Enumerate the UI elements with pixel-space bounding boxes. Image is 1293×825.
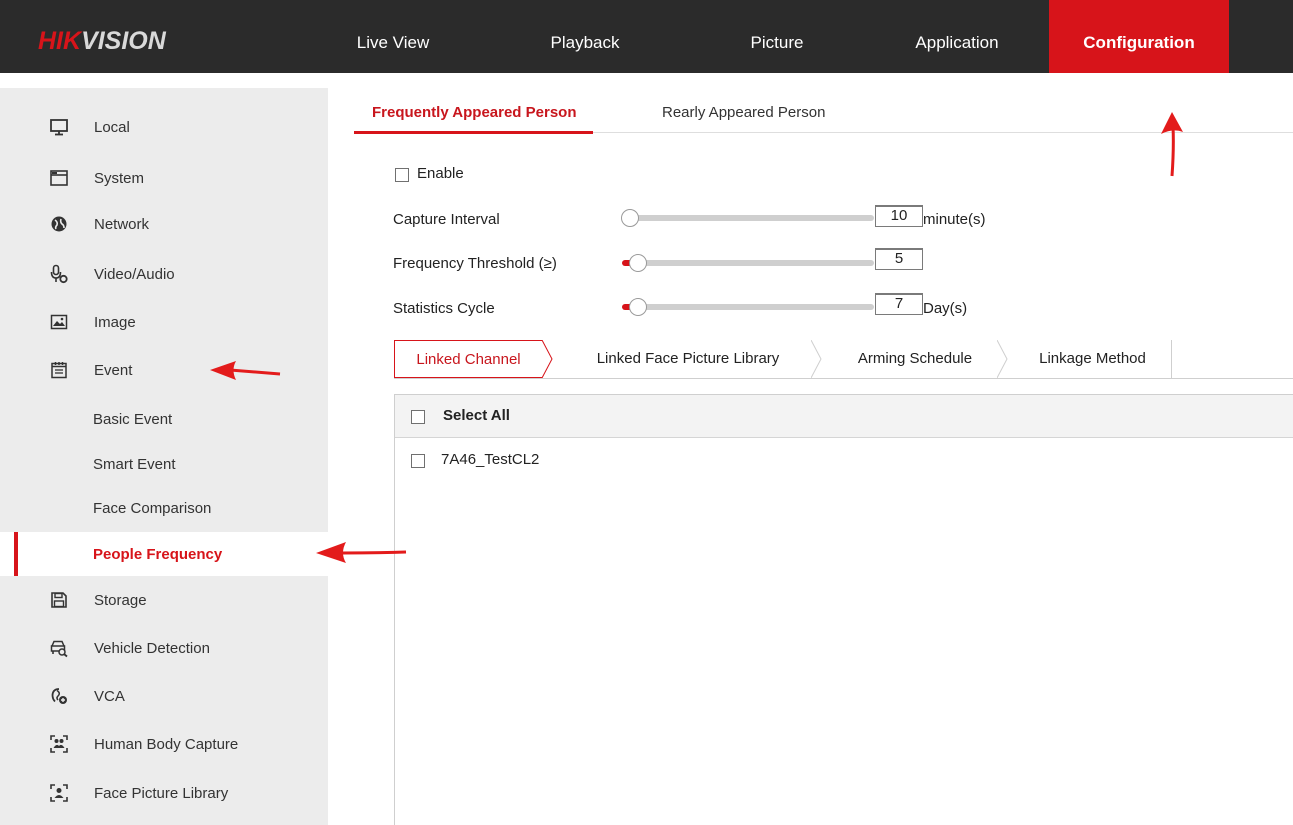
capture-interval-label: Capture Interval — [393, 211, 500, 228]
sidebar-item-label: Human Body Capture — [94, 736, 239, 753]
monitor-icon — [50, 119, 68, 136]
sidebar-item-label: Smart Event — [93, 456, 176, 473]
sidebar-item-label: Local — [94, 119, 130, 136]
nav-live-view[interactable]: Live View — [336, 0, 450, 73]
sidebar-item-label: System — [94, 170, 145, 187]
subtab-linked-channel[interactable]: Linked Channel — [394, 340, 542, 378]
sidebar-item-label: Face Comparison — [93, 500, 212, 517]
sidebar-item-storage[interactable]: Storage — [0, 578, 328, 622]
nav-application[interactable]: Application — [884, 0, 1030, 73]
select-all-label: Select All — [443, 407, 510, 424]
statistics-cycle-unit: Day(s) — [923, 300, 968, 317]
sidebar-item-human-body-capture[interactable]: Human Body Capture — [0, 722, 328, 766]
sidebar-item-label: Face Picture Library — [94, 785, 229, 802]
arrow-up-icon — [1161, 112, 1183, 177]
capture-interval-input[interactable]: 10 — [875, 205, 923, 227]
sidebar-item-label: Storage — [94, 592, 147, 609]
capture-interval-slider-handle[interactable] — [621, 209, 639, 227]
channel-table: Select All 7A46_TestCL2 — [394, 394, 1293, 825]
channel-checkbox[interactable] — [411, 454, 425, 468]
frequency-threshold-input[interactable]: 5 — [875, 248, 923, 270]
sidebar-item-label: Video/Audio — [94, 266, 175, 283]
calendar-icon — [51, 362, 67, 379]
vca-icon — [51, 688, 67, 704]
statistics-cycle-input[interactable]: 7 — [875, 293, 923, 315]
statistics-cycle-slider[interactable] — [624, 304, 874, 310]
vehicle-search-icon — [50, 640, 68, 658]
globe-icon — [51, 216, 67, 232]
sidebar-item-label: People Frequency — [93, 546, 223, 563]
sidebar-item-image[interactable]: Image — [0, 300, 328, 344]
sidebar-item-local[interactable]: Local — [0, 105, 328, 149]
capture-interval-unit: minute(s) — [923, 211, 986, 228]
hikvision-logo: HIKVISION — [38, 26, 166, 56]
main-content: Frequently Appeared Person Rearly Appear… — [328, 88, 1293, 825]
capture-interval-slider[interactable] — [624, 215, 874, 221]
sidebar-item-vca[interactable]: VCA — [0, 674, 328, 718]
tab-frequently-appeared-person[interactable]: Frequently Appeared Person — [354, 103, 592, 134]
face-library-icon — [50, 784, 68, 802]
frequency-threshold-slider[interactable] — [624, 260, 874, 266]
top-navigation-bar: HIKVISION Live View Playback Picture App… — [0, 0, 1293, 73]
body-capture-icon — [50, 735, 68, 753]
sidebar-item-label: Image — [94, 314, 136, 331]
select-all-checkbox[interactable] — [411, 410, 425, 424]
nav-configuration[interactable]: Configuration — [1049, 0, 1229, 73]
subtab-linked-face-picture-library[interactable]: Linked Face Picture Library — [562, 340, 814, 378]
nav-picture[interactable]: Picture — [720, 0, 834, 73]
sub-tabs: Linked Channel Linked Face Picture Libra… — [394, 340, 1293, 379]
sidebar-item-face-picture-library[interactable]: Face Picture Library — [0, 771, 328, 815]
image-icon — [50, 314, 68, 330]
nav-playback[interactable]: Playback — [520, 0, 650, 73]
sidebar-item-video-audio[interactable]: Video/Audio — [0, 252, 328, 296]
sidebar-item-vehicle-detection[interactable]: Vehicle Detection — [0, 626, 328, 670]
frequency-threshold-label: Frequency Threshold (≥) — [393, 255, 557, 272]
sidebar-item-people-frequency[interactable]: People Frequency — [0, 532, 328, 576]
sidebar-item-system[interactable]: System — [0, 156, 328, 200]
sidebar-item-network[interactable]: Network — [0, 202, 328, 246]
channel-name: 7A46_TestCL2 — [441, 451, 540, 468]
arrow-left-icon — [210, 361, 281, 380]
subtab-linkage-method[interactable]: Linkage Method — [1014, 340, 1172, 378]
sidebar-item-face-comparison[interactable]: Face Comparison — [0, 486, 328, 530]
statistics-cycle-label: Statistics Cycle — [393, 300, 495, 317]
microphone-icon — [50, 264, 68, 284]
tab-rearly-appeared-person[interactable]: Rearly Appeared Person — [662, 103, 825, 123]
sidebar: Local System Network Video/Audio Image E… — [0, 88, 328, 825]
subtab-arming-schedule[interactable]: Arming Schedule — [828, 340, 1002, 378]
logo-vision-text: VISION — [81, 27, 166, 55]
enable-label: Enable — [417, 165, 464, 182]
top-tabs: Frequently Appeared Person Rearly Appear… — [354, 88, 1293, 134]
chevron-right-icon — [811, 340, 822, 378]
sidebar-item-label: Vehicle Detection — [94, 640, 210, 657]
arrow-left-icon — [316, 542, 407, 563]
window-icon — [50, 170, 68, 186]
sidebar-item-smart-event[interactable]: Smart Event — [0, 442, 328, 486]
chevron-right-icon — [542, 340, 553, 378]
sidebar-item-basic-event[interactable]: Basic Event — [0, 397, 328, 441]
floppy-icon — [51, 592, 67, 608]
table-header: Select All — [395, 395, 1293, 438]
enable-checkbox[interactable] — [395, 168, 409, 182]
statistics-cycle-slider-handle[interactable] — [629, 298, 647, 316]
sidebar-item-label: VCA — [94, 688, 125, 705]
chevron-right-icon — [997, 340, 1008, 378]
logo-hik-text: HIK — [38, 27, 82, 55]
sidebar-item-label: Event — [94, 362, 133, 379]
sidebar-item-label: Basic Event — [93, 411, 173, 428]
frequency-threshold-slider-handle[interactable] — [629, 254, 647, 272]
sidebar-item-label: Network — [94, 216, 150, 233]
